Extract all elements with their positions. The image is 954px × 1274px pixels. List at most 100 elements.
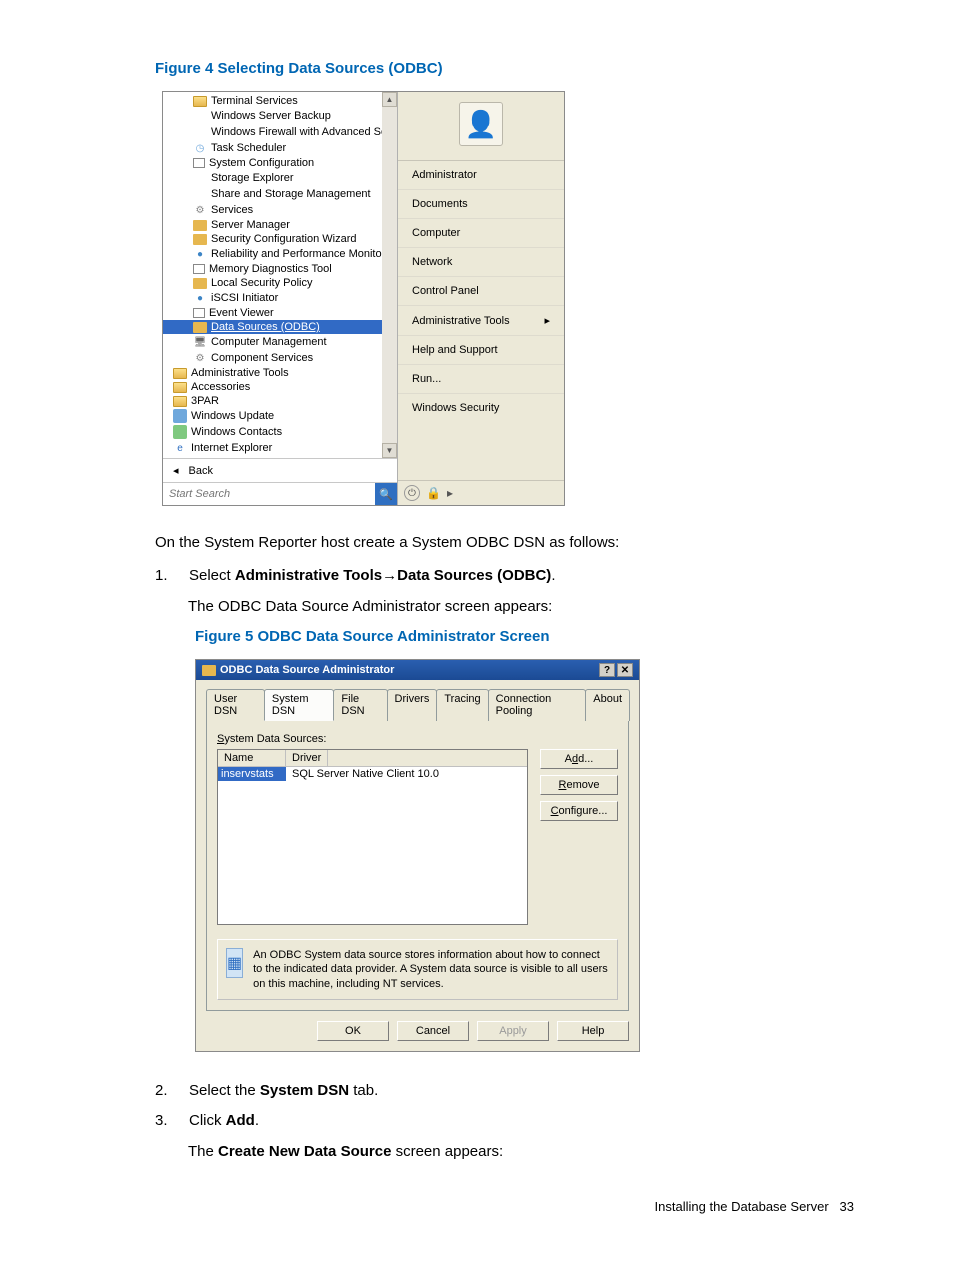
menu-item-label: Terminal Services [211,95,298,107]
i-sched-icon: ◷ [193,141,207,155]
back-button[interactable]: ◂ Back [163,458,397,482]
step-list: 1. Select Administrative Tools→Data Sour… [155,565,854,618]
power-icon[interactable]: ⏻ [404,485,420,501]
menu-item-label: Windows Firewall with Advanced Securit [211,126,397,138]
i-folder-icon [193,96,207,107]
cancel-button[interactable]: Cancel [397,1021,469,1041]
i-blue-icon [173,409,187,423]
menu-item-label: Windows Contacts [191,426,282,438]
menu-item[interactable]: Storage Explorer [163,170,397,186]
tab-system-dsn[interactable]: System DSN [264,689,335,721]
menu-item-label: Event Viewer [209,307,274,319]
menu-item[interactable]: ●Reliability and Performance Monitor [163,246,397,262]
help-button[interactable]: Help [557,1021,629,1041]
remove-button[interactable]: Remove [540,775,618,795]
menu-item[interactable]: System Configuration [163,156,397,170]
right-panel-item[interactable]: Computer [398,219,564,248]
i-globe-icon: ● [193,247,207,261]
right-item-label: Control Panel [412,285,479,297]
menu-item[interactable]: Local Security Policy [163,276,397,290]
menu-item[interactable]: Windows Firewall with Advanced Securit [163,124,397,140]
start-search-input[interactable] [163,484,375,504]
apply-button[interactable]: Apply [477,1021,549,1041]
step3-sub-suffix: screen appears: [391,1143,503,1160]
menu-item[interactable]: Security Configuration Wizard [163,232,397,246]
menu-item[interactable]: ◷ Task Scheduler [163,140,397,156]
ok-button[interactable]: OK [317,1021,389,1041]
table-row[interactable]: inservstats SQL Server Native Client 10.… [218,767,527,781]
col-driver: Driver [286,750,328,766]
menu-item[interactable]: Windows Server Backup [163,108,397,124]
tab-user-dsn[interactable]: User DSN [206,689,265,721]
system-dsn-panel: System Data Sources: Name Driver inservs… [206,721,629,1011]
step3-prefix: Click [189,1112,226,1129]
figure5-caption: Figure 5 ODBC Data Source Administrator … [195,628,854,645]
panel-label: System Data Sources: [217,733,618,745]
menu-item[interactable]: Windows Contacts [163,424,397,440]
menu-item[interactable]: 3PAR [163,394,397,408]
right-panel-item[interactable]: Run... [398,365,564,394]
right-item-label: Administrative Tools [412,315,510,327]
scroll-up-arrow[interactable]: ▲ [382,92,397,107]
menu-item[interactable]: ⚙Component Services [163,350,397,366]
menu-item[interactable]: Data Sources (ODBC) [163,320,397,334]
right-item-label: Network [412,256,452,268]
menu-item[interactable]: 🖥Computer Management [163,334,397,350]
configure-button[interactable]: Configure... [540,801,618,821]
right-panel-item[interactable]: Administrative Tools▸ [398,306,564,336]
i-admin-icon [193,220,207,231]
menu-item[interactable]: Administrative Tools [163,366,397,380]
close-icon[interactable]: ✕ [617,663,633,677]
start-menu-right: 👤 Administrator DocumentsComputer Network… [398,92,564,505]
menu-item-label: Server Manager [211,219,290,231]
scrollbar[interactable]: ▲ ▼ [382,92,397,458]
tab-file-dsn[interactable]: File DSN [333,689,387,721]
right-panel-item[interactable]: Network [398,248,564,277]
menu-item-label: Computer Management [211,336,327,348]
back-arrow-icon: ◂ [173,464,179,477]
start-search-row: 🔍 [163,482,397,505]
menu-item[interactable]: Terminal Services [163,94,397,108]
i-storage-icon [193,187,207,201]
menu-item[interactable]: Memory Diagnostics Tool [163,262,397,276]
menu-item[interactable]: ●iSCSI Initiator [163,290,397,306]
right-panel-item[interactable]: Documents [398,190,564,219]
user-avatar-icon: 👤 [459,102,503,146]
menu-item[interactable]: Server Manager [163,218,397,232]
dialog-titlebar: ODBC Data Source Administrator ? ✕ [196,660,639,680]
tab-connection-pooling[interactable]: Connection Pooling [488,689,587,721]
menu-item-label: System Configuration [209,157,314,169]
tray-arrow-icon[interactable]: ▸ [447,486,453,500]
tab-tracing[interactable]: Tracing [436,689,488,721]
menu-item[interactable]: Accessories [163,380,397,394]
step-1: 1. Select Administrative Tools→Data Sour… [155,565,854,588]
menu-item[interactable]: eInternet Explorer [163,440,397,456]
i-storage-icon [193,171,207,185]
scroll-down-arrow[interactable]: ▼ [382,443,397,458]
dsn-table[interactable]: Name Driver inservstats SQL Server Nativ… [217,749,528,925]
step2-bold: System DSN [260,1082,349,1099]
page-footer: Installing the Database Server 33 [155,1199,854,1214]
search-icon[interactable]: 🔍 [375,483,397,505]
menu-item[interactable]: ⚙Services [163,202,397,218]
sidebar-item-administrator[interactable]: Administrator [398,161,564,190]
right-panel-item[interactable]: Help and Support [398,336,564,365]
step-2: 2. Select the System DSN tab. [155,1080,854,1103]
tab-drivers[interactable]: Drivers [387,689,438,721]
intro-text: On the System Reporter host create a Sys… [155,532,854,553]
menu-item[interactable]: Share and Storage Management [163,186,397,202]
help-icon[interactable]: ? [599,663,615,677]
menu-item[interactable]: Windows Update [163,408,397,424]
tab-about[interactable]: About [585,689,630,721]
menu-item-label: Internet Explorer [191,442,272,454]
right-panel-item[interactable]: Control Panel [398,277,564,306]
right-item-label: Run... [412,373,441,385]
row-name: inservstats [218,767,286,781]
add-button[interactable]: Add... [540,749,618,769]
right-panel-item[interactable]: Windows Security [398,394,564,422]
figure4-caption: Figure 4 Selecting Data Sources (ODBC) [155,60,854,77]
menu-item-label: Task Scheduler [211,142,286,154]
menu-item[interactable]: Event Viewer [163,306,397,320]
lock-icon[interactable]: 🔒 [426,486,441,500]
i-fire-icon [193,125,207,139]
